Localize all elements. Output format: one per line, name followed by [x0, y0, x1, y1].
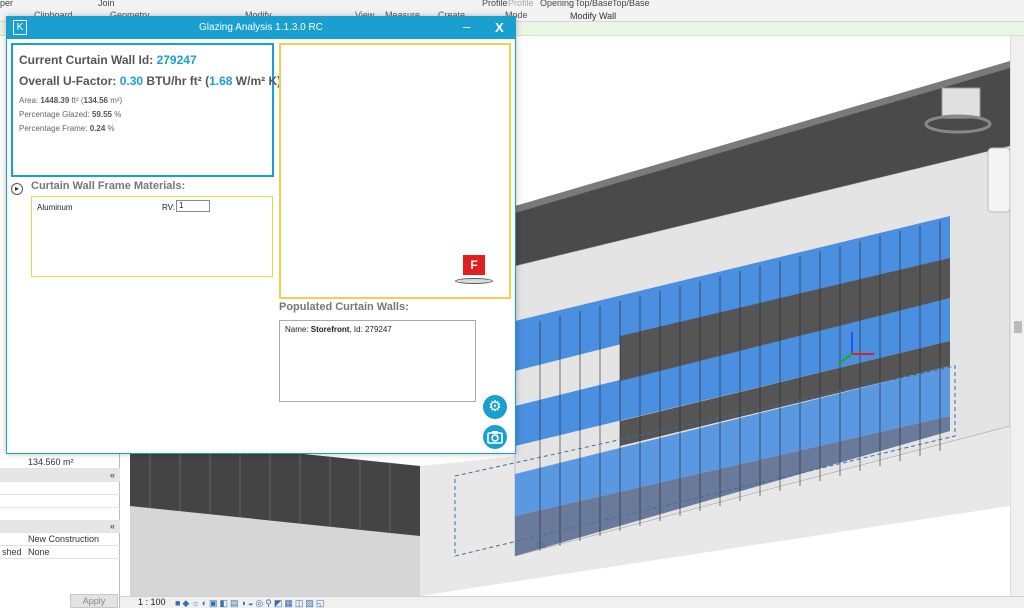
ribbon-button[interactable]: Top/Base: [612, 0, 650, 8]
glazing-analysis-window: K Glazing Analysis 1.1.3.0 RC – X Curren…: [6, 16, 516, 454]
gear-icon: ⚙: [488, 398, 502, 415]
area-imperial-value: 1448.39: [40, 96, 70, 105]
rv-input[interactable]: 1: [176, 200, 210, 212]
property-group-header[interactable]: «: [0, 469, 120, 482]
material-name: Aluminum: [37, 203, 73, 212]
property-row: [0, 482, 120, 495]
frame-materials-title: Curtain Wall Frame Materials:: [31, 180, 186, 192]
window-titlebar[interactable]: K Glazing Analysis 1.1.3.0 RC – X: [7, 17, 515, 39]
wall-id: 279247: [365, 325, 392, 334]
family-badge-icon: F: [463, 255, 485, 275]
frame-label: Percentage Frame:: [19, 124, 88, 133]
scroll-thumb[interactable]: [1014, 321, 1022, 333]
name-label: Name:: [285, 325, 309, 334]
ribbon-group-label: Modify Wall: [570, 11, 617, 21]
area-stat: Area: 1448.39 ft² (134.56 m²): [19, 96, 123, 105]
glazed-label: Percentage Glazed:: [19, 110, 90, 119]
glazed-stat: Percentage Glazed: 59.55 %: [19, 110, 121, 119]
area-imperial-unit: ft²: [71, 96, 79, 105]
phase-demolished-row[interactable]: shed None: [0, 546, 120, 559]
id-label: , Id:: [349, 325, 363, 334]
frame-materials-panel: Aluminum RV: 1: [31, 196, 273, 277]
camera-button[interactable]: [483, 425, 507, 449]
phase-created-row[interactable]: New Construction: [0, 533, 120, 546]
phase-created-value: New Construction: [28, 534, 100, 544]
ribbon-label[interactable]: Join: [98, 0, 115, 8]
glazed-value: 59.55: [91, 110, 112, 119]
ribbon-button[interactable]: Profile: [482, 0, 508, 8]
wall-name: Storefront: [310, 325, 350, 334]
percent-sign: %: [114, 110, 122, 119]
view-scale[interactable]: 1 : 100: [138, 597, 166, 607]
minimize-button[interactable]: –: [463, 19, 470, 34]
u-factor-imperial-unit: BTU/hr ft²: [146, 74, 202, 88]
property-group-header[interactable]: «: [0, 520, 120, 533]
ribbon-label: per: [0, 0, 14, 8]
dimension-label: 7.5: [535, 541, 547, 550]
ribbon-button[interactable]: Opening: [540, 0, 574, 8]
view-control-bar: 1 : 100 ■◆☼◐▣◧▤◑◒◎⚲◩▦◫▧◱: [120, 596, 1024, 608]
area-metric-unit: m²: [110, 96, 120, 105]
frame-value: 0.24: [89, 124, 106, 133]
apply-button[interactable]: Apply: [70, 594, 118, 608]
u-factor-label: Overall U-Factor:: [19, 74, 117, 88]
wall-info-panel: Current Curtain Wall Id: 279247 Overall …: [11, 43, 281, 177]
u-factor-metric-unit: W/m² K: [235, 74, 278, 88]
phase-demolished-label: shed: [2, 547, 22, 557]
populated-walls-list[interactable]: Name: Storefront, Id: 279247: [279, 320, 476, 402]
ribbon-button[interactable]: Profile: [508, 0, 534, 8]
u-factor-line: Overall U-Factor: 0.30 BTU/hr ft² (1.68 …: [19, 74, 282, 88]
property-row: [0, 495, 120, 508]
rv-label: RV:: [162, 203, 175, 212]
collapse-icon[interactable]: «: [110, 470, 115, 480]
preview-panel: F: [279, 43, 511, 299]
property-row[interactable]: 134.560 m²: [0, 456, 120, 469]
collapse-icon[interactable]: «: [110, 521, 115, 531]
percent-sign: %: [107, 124, 115, 133]
phase-demolished-value: None: [28, 547, 50, 557]
vertical-scrollbar[interactable]: [1010, 36, 1024, 596]
area-value: 134.560 m²: [28, 457, 74, 467]
close-button[interactable]: X: [495, 20, 504, 35]
ribbon-button[interactable]: Top/Base: [575, 0, 613, 8]
wall-id-line: Current Curtain Wall Id: 279247: [19, 53, 197, 67]
frame-stat: Percentage Frame: 0.24 %: [19, 124, 115, 133]
window-title: Glazing Analysis 1.1.3.0 RC: [199, 22, 323, 33]
settings-button[interactable]: ⚙: [483, 395, 507, 419]
list-item[interactable]: Name: Storefront, Id: 279247: [285, 325, 392, 334]
view-control-icons[interactable]: ■◆☼◐▣◧▤◑◒◎⚲◩▦◫▧◱: [175, 598, 326, 608]
camera-icon: [487, 431, 503, 444]
chevron-right-icon[interactable]: ▸: [11, 183, 23, 195]
wall-id-label: Current Curtain Wall Id:: [19, 53, 154, 67]
badge-base-ring: [455, 278, 493, 284]
u-factor-imperial-value: 0.30: [119, 74, 144, 88]
wall-id-value: 279247: [156, 53, 197, 67]
u-factor-metric-value: 1.68: [209, 74, 233, 88]
area-metric-value: 134.56: [83, 96, 108, 105]
area-label: Area:: [19, 96, 39, 105]
populated-walls-title: Populated Curtain Walls:: [279, 301, 409, 313]
